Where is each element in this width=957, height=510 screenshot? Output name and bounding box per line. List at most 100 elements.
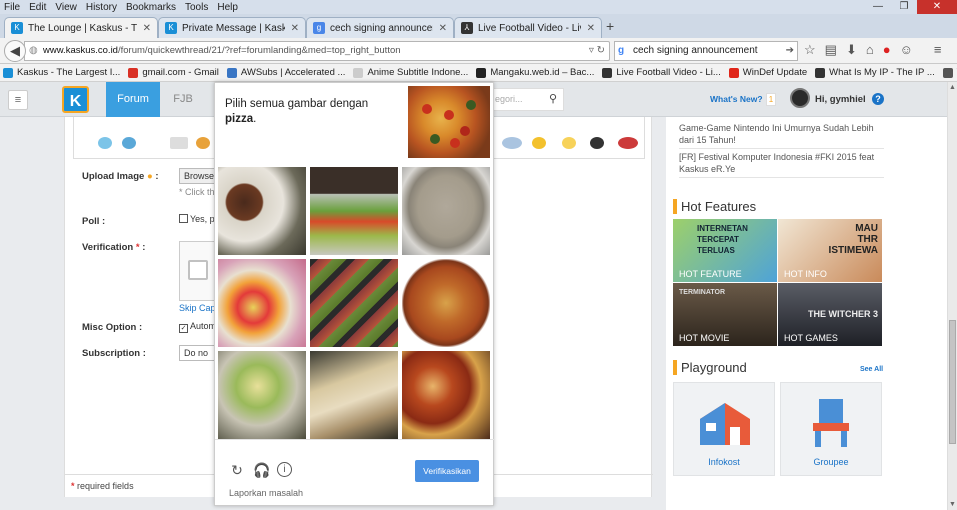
- bookmark-item[interactable]: AWSubs | Accelerated ...: [226, 67, 345, 78]
- kaskus-search[interactable]: egori... ⚲: [490, 88, 564, 111]
- browse-button[interactable]: Browse: [179, 168, 219, 184]
- news-item[interactable]: Game-Game Nintendo Ini Umurnya Sudah Leb…: [679, 122, 884, 149]
- emoticon-icon[interactable]: [170, 137, 188, 149]
- hot-games-card[interactable]: THE WITCHER 3 HOT GAMES: [778, 283, 882, 346]
- poll-checkbox[interactable]: [179, 214, 188, 223]
- bookmark-item[interactable]: Anime Subtitle Indone...: [353, 67, 468, 78]
- bookmark-item[interactable]: WinDef Update: [728, 67, 807, 78]
- bookmark-item[interactable]: gmail.com - Gmail: [128, 67, 219, 78]
- menu-help[interactable]: Help: [217, 2, 238, 13]
- maximize-button[interactable]: ❐: [891, 0, 917, 14]
- captcha-tile-pizza[interactable]: [402, 259, 490, 347]
- headphones-icon[interactable]: 🎧: [253, 462, 270, 478]
- help-icon[interactable]: ●: [147, 171, 153, 182]
- reload-icon[interactable]: ▿ ↻: [589, 42, 605, 60]
- upload-image-label: Upload Image ● :: [82, 171, 159, 182]
- bookmark-item[interactable]: What Is My IP Address ...: [942, 67, 957, 78]
- fjb-tab[interactable]: FJB: [168, 82, 198, 117]
- menu-icon[interactable]: ≡: [934, 42, 942, 58]
- search-category[interactable]: egori...: [495, 94, 523, 104]
- info-icon[interactable]: i: [277, 462, 292, 477]
- search-bar[interactable]: g cech signing announcement ➔: [614, 41, 798, 61]
- close-window-button[interactable]: ✕: [917, 0, 957, 14]
- search-icon[interactable]: ⚲: [549, 89, 557, 110]
- close-tab-icon[interactable]: ✕: [291, 23, 299, 34]
- reload-icon[interactable]: ↻: [229, 462, 245, 478]
- bookmark-star-icon[interactable]: ☆: [804, 42, 816, 58]
- hamburger-menu-icon[interactable]: ≡: [8, 90, 28, 110]
- tab-google-search[interactable]: g cech signing announceme... ✕: [306, 17, 454, 38]
- tab-live-football[interactable]: ⅄ Live Football Video - Live S... ✕: [454, 17, 602, 38]
- bookmark-item[interactable]: What Is My IP - The IP ...: [815, 67, 935, 78]
- emoticon-icon[interactable]: [196, 137, 210, 149]
- captcha-tile-sushi-plate[interactable]: [218, 351, 306, 439]
- close-tab-icon[interactable]: ✕: [587, 23, 595, 34]
- captcha-tile-grilled-meat[interactable]: [218, 167, 306, 255]
- notification-badge[interactable]: 1: [766, 93, 776, 106]
- download-icon[interactable]: ⬇: [846, 42, 857, 58]
- captcha-tile-fish-platter[interactable]: [310, 351, 398, 439]
- addon-icon[interactable]: ☺: [900, 42, 913, 58]
- scrollbar-thumb[interactable]: [949, 320, 956, 444]
- scroll-down-icon[interactable]: ▼: [949, 501, 956, 508]
- url-bar[interactable]: ◍ www.kaskus.co.id/forum/quickewthread/2…: [24, 41, 610, 61]
- hot-games-label: HOT GAMES: [784, 333, 838, 343]
- captcha-tile-salad-trays[interactable]: [310, 167, 398, 255]
- emoticon-icon[interactable]: [532, 137, 546, 149]
- greeting[interactable]: Hi, gymhiel: [815, 94, 866, 105]
- minimize-button[interactable]: —: [865, 0, 891, 14]
- emoticon-icon[interactable]: [98, 137, 112, 149]
- tab-private-message[interactable]: K Private Message | Kaskus - ... ✕: [158, 17, 306, 38]
- kaskus-logo[interactable]: K: [62, 86, 89, 113]
- hot-feature-card[interactable]: INTERNETAN TERCEPAT TERLUAS HOT FEATURE: [673, 219, 777, 282]
- menu-bookmarks[interactable]: Bookmarks: [126, 2, 176, 13]
- bookmark-item[interactable]: Mangaku.web.id – Bac...: [476, 67, 594, 78]
- avatar[interactable]: [790, 88, 810, 108]
- emoticon-icon[interactable]: [502, 137, 522, 149]
- poll-option[interactable]: Yes, p: [179, 214, 215, 224]
- scroll-up-icon[interactable]: ▲: [949, 84, 956, 91]
- misc-option[interactable]: ✓ Autom: [179, 321, 216, 333]
- misc-checkbox[interactable]: ✓: [179, 324, 188, 333]
- search-go-icon[interactable]: ➔: [786, 42, 794, 60]
- adblock-icon[interactable]: ●: [883, 42, 891, 58]
- bookmark-item[interactable]: Live Football Video - Li...: [602, 67, 721, 78]
- back-button[interactable]: ◀: [4, 40, 26, 62]
- captcha-tile-fruit-tart[interactable]: [218, 259, 306, 347]
- see-all-link[interactable]: See All: [860, 366, 883, 373]
- captcha-tile-food-trays[interactable]: [310, 259, 398, 347]
- menu-view[interactable]: View: [55, 2, 77, 13]
- emoticon-icon[interactable]: [562, 137, 576, 149]
- page-scrollbar[interactable]: ▲ ▼: [947, 82, 957, 510]
- forum-tab[interactable]: Forum: [106, 82, 160, 117]
- close-tab-icon[interactable]: ✕: [143, 23, 151, 34]
- close-tab-icon[interactable]: ✕: [439, 23, 447, 34]
- menu-history[interactable]: History: [86, 2, 117, 13]
- new-tab-button[interactable]: +: [606, 18, 614, 34]
- verify-button[interactable]: Verifikasikan: [415, 460, 479, 482]
- groupee-card[interactable]: Groupee: [780, 382, 882, 476]
- hot-info-card[interactable]: MAU THR ISTIMEWA HOT INFO: [778, 219, 882, 282]
- news-item[interactable]: [FR] Festival Komputer Indonesia #FKI 20…: [679, 151, 884, 178]
- home-icon[interactable]: ⌂: [866, 42, 874, 58]
- help-icon[interactable]: ?: [872, 93, 884, 105]
- captcha-tile-soup-bowl[interactable]: [402, 167, 490, 255]
- tab-the-lounge[interactable]: K The Lounge | Kaskus - The ... ✕: [4, 17, 158, 38]
- menu-tools[interactable]: Tools: [185, 2, 208, 13]
- hot-movie-card[interactable]: TERMINATOR HOT MOVIE: [673, 283, 777, 346]
- menu-edit[interactable]: Edit: [29, 2, 46, 13]
- skip-captcha-link[interactable]: Skip Capt: [179, 303, 218, 313]
- menu-file[interactable]: File: [4, 2, 20, 13]
- reading-list-icon[interactable]: ▤: [825, 42, 837, 58]
- captcha-tile-pizza-closeup[interactable]: [402, 351, 490, 439]
- emoticon-icon[interactable]: [122, 137, 136, 149]
- search-input[interactable]: cech signing announcement: [633, 45, 758, 56]
- subscription-select[interactable]: Do no: [179, 345, 219, 361]
- recaptcha-checkbox[interactable]: [188, 260, 208, 280]
- bookmark-item[interactable]: Kaskus - The Largest I...: [3, 67, 120, 78]
- emoticon-icon[interactable]: [618, 137, 638, 149]
- emoticon-icon[interactable]: [590, 137, 604, 149]
- infokost-card[interactable]: Infokost: [673, 382, 775, 476]
- report-problem-link[interactable]: Laporkan masalah: [229, 488, 303, 498]
- whats-new-link[interactable]: What's New?: [710, 94, 763, 104]
